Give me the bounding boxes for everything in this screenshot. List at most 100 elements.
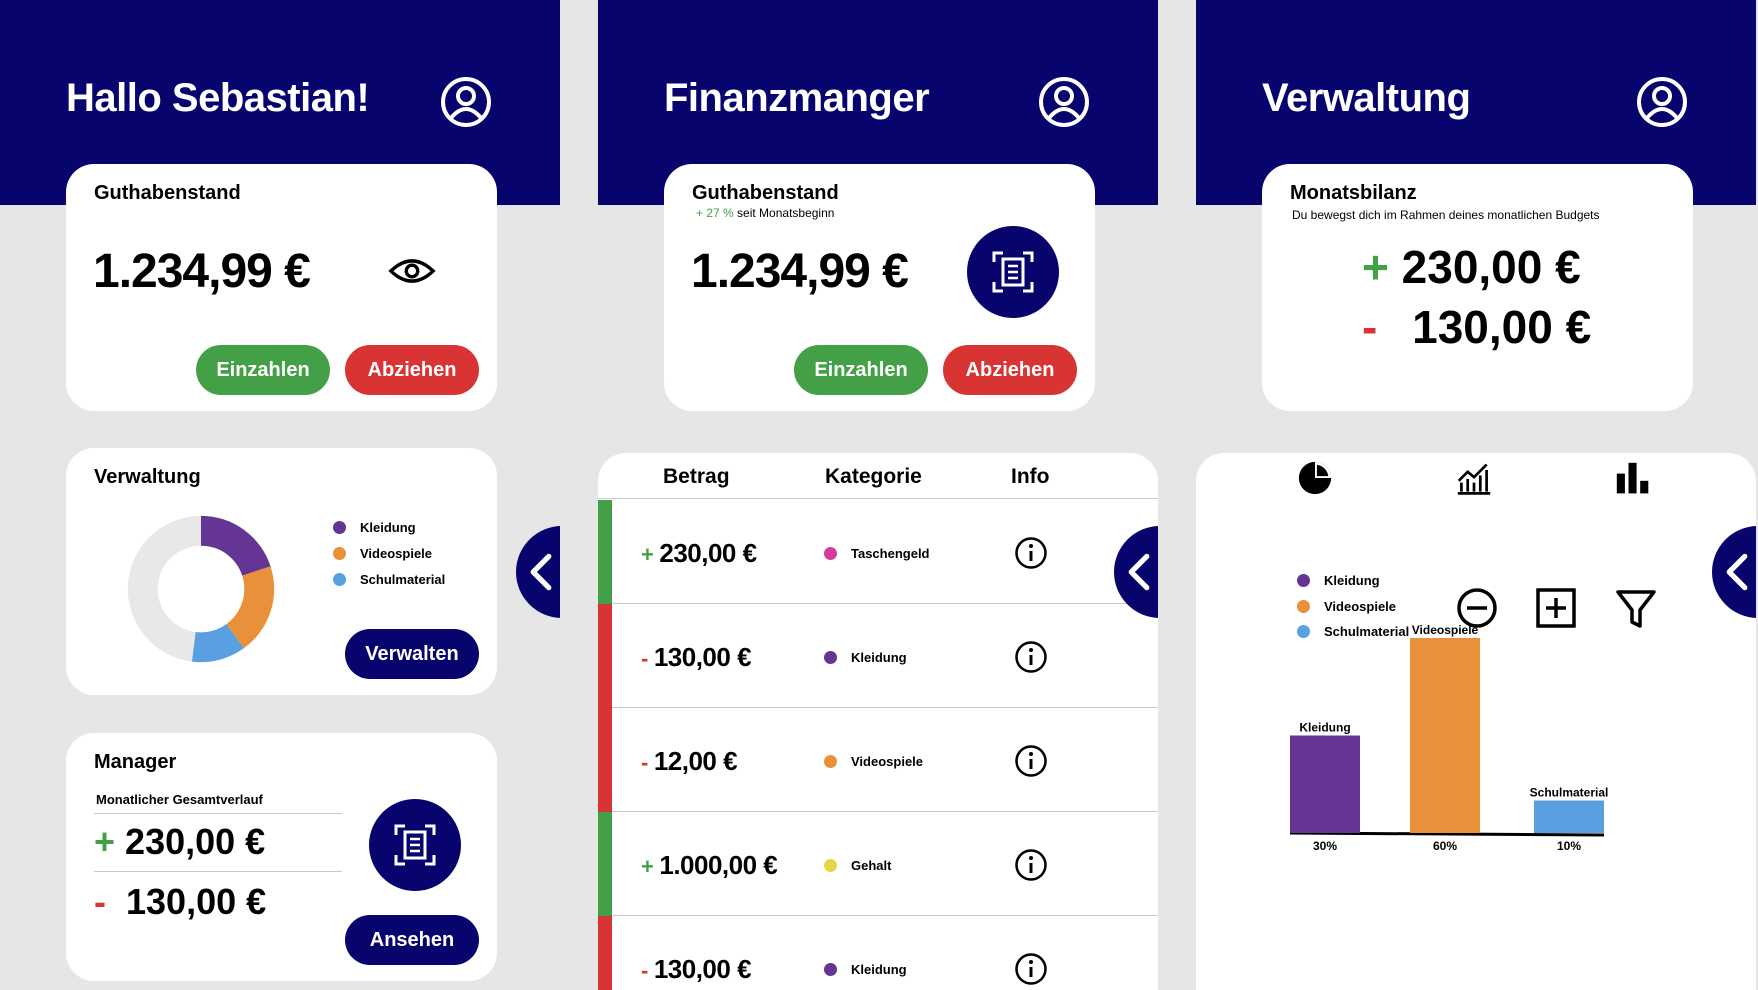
- legend-item: Schulmaterial: [333, 572, 445, 587]
- transactions-table: Betrag Kategorie Info +230,00 € Taschenge…: [598, 453, 1158, 990]
- row-category: Gehalt: [824, 858, 891, 873]
- income-amount: 230,00 €: [125, 821, 266, 862]
- info-icon[interactable]: [1014, 952, 1048, 986]
- category-dot: [824, 859, 837, 872]
- chevron-left-icon: [1128, 553, 1150, 591]
- info-icon[interactable]: [1014, 536, 1048, 570]
- category-label: Kleidung: [851, 962, 907, 977]
- bar[interactable]: [1534, 800, 1604, 834]
- category-label: Videospiele: [851, 754, 924, 769]
- legend-dot: [333, 547, 346, 560]
- manage-button[interactable]: Verwalten: [345, 629, 479, 679]
- column-header-info: Info: [1011, 465, 1050, 488]
- x-axis-line: [1289, 831, 1605, 837]
- bar[interactable]: [1290, 735, 1360, 834]
- profile-icon[interactable]: [440, 76, 492, 128]
- chevron-left-icon: [1726, 553, 1748, 591]
- balance-change: + 27 % seit Monatsbeginn: [696, 206, 834, 220]
- profile-icon[interactable]: [1636, 76, 1688, 128]
- category-dot: [824, 547, 837, 560]
- balance-card-title: Guthabenstand: [692, 182, 839, 204]
- finance-manager-screen: Finanzmanger Guthabenstand + 27 % seit M…: [598, 0, 1158, 990]
- income-line: + 230,00 €: [94, 821, 265, 863]
- bar[interactable]: [1410, 638, 1480, 833]
- legend-label: Kleidung: [360, 520, 416, 535]
- row-amount: -12,00 €: [641, 746, 738, 777]
- scan-button[interactable]: [369, 799, 461, 891]
- legend-label: Videospiele: [360, 546, 433, 561]
- scan-document-icon: [394, 824, 436, 866]
- withdraw-button[interactable]: Abziehen: [345, 345, 479, 395]
- statistics-panel: Kleidung Videospiele Schulmaterial Kleid…: [1196, 453, 1756, 990]
- minus-sign: -: [1362, 301, 1378, 353]
- dashboard-screen: Hallo Sebastian! Guthabenstand 1.234,99 …: [0, 0, 560, 990]
- admin-card: Verwaltung Kleidung Videospiele Schulmat…: [66, 448, 497, 695]
- table-row: +1.000,00 € Gehalt: [598, 812, 1158, 916]
- row-category: Kleidung: [824, 962, 907, 977]
- category-label: Kleidung: [851, 650, 907, 665]
- eye-icon[interactable]: [388, 256, 436, 286]
- view-button[interactable]: Ansehen: [345, 915, 479, 965]
- row-amount: -130,00 €: [641, 642, 752, 673]
- minus-sign: -: [94, 881, 106, 922]
- row-status-bar: [598, 500, 612, 604]
- amount-value: 130,00 €: [653, 954, 752, 984]
- bar-category-label: Schulmaterial: [1530, 786, 1609, 800]
- change-percent: + 27 %: [696, 206, 734, 220]
- monthly-balance-card: Monatsbilanz Du bewegst dich im Rahmen d…: [1262, 164, 1693, 411]
- column-header-amount: Betrag: [663, 465, 730, 488]
- withdraw-button[interactable]: Abziehen: [943, 345, 1077, 395]
- amount-value: 230,00 €: [659, 538, 757, 568]
- admin-card-title: Verwaltung: [94, 466, 201, 488]
- manager-subtitle: Monatlicher Gesamtverlauf: [96, 792, 263, 807]
- category-dot: [824, 651, 837, 664]
- row-amount: -130,00 €: [641, 954, 752, 985]
- row-category: Taschengeld: [824, 546, 930, 561]
- amount-sign: +: [641, 854, 654, 879]
- amount-sign: -: [641, 750, 648, 775]
- scan-button[interactable]: [967, 226, 1059, 318]
- info-icon[interactable]: [1014, 848, 1048, 882]
- next-screen-tab[interactable]: [516, 526, 560, 618]
- amount-value: 12,00 €: [653, 746, 738, 776]
- row-category: Kleidung: [824, 650, 907, 665]
- balance-card: Guthabenstand + 27 % seit Monatsbeginn 1…: [664, 164, 1095, 411]
- greeting-title: Hallo Sebastian!: [66, 76, 370, 120]
- column-header-category: Kategorie: [825, 465, 922, 488]
- donut-remainder: [127, 515, 201, 662]
- legend-dot: [333, 521, 346, 534]
- amount-sign: -: [641, 646, 648, 671]
- info-icon[interactable]: [1014, 744, 1048, 778]
- divider: [94, 871, 342, 872]
- chevron-left-icon: [530, 553, 552, 591]
- header-divider: [598, 498, 1158, 499]
- income-amount: 230,00 €: [1401, 241, 1581, 293]
- table-row: -12,00 € Videospiele: [598, 708, 1158, 812]
- balance-amount: 1.234,99 €: [93, 245, 311, 298]
- balance-card: Guthabenstand 1.234,99 € Einzahlen Abzie…: [66, 164, 497, 411]
- expense-amount: 130,00 €: [1412, 301, 1592, 353]
- bar-category-label: Videospiele: [1412, 623, 1479, 637]
- balance-card-title: Guthabenstand: [94, 182, 241, 204]
- expense-line: - 130,00 €: [1362, 300, 1591, 354]
- row-amount: +1.000,00 €: [641, 850, 778, 881]
- income-line: + 230,00 €: [1362, 240, 1581, 294]
- profile-icon[interactable]: [1038, 76, 1090, 128]
- deposit-button[interactable]: Einzahlen: [196, 345, 330, 395]
- amount-sign: +: [641, 542, 654, 567]
- screen-title: Verwaltung: [1262, 76, 1471, 120]
- category-label: Gehalt: [851, 858, 892, 873]
- plus-sign: +: [1362, 241, 1389, 293]
- legend-item: Videospiele: [333, 546, 432, 561]
- admin-screen: Verwaltung Monatsbilanz Du bewegst dich …: [1196, 0, 1756, 990]
- bar-percent-label: 60%: [1433, 839, 1457, 853]
- monthly-balance-title: Monatsbilanz: [1290, 182, 1417, 204]
- row-status-bar: [598, 812, 612, 916]
- row-status-bar: [598, 708, 612, 812]
- deposit-button[interactable]: Einzahlen: [794, 345, 928, 395]
- amount-sign: -: [641, 958, 648, 983]
- legend-dot: [333, 573, 346, 586]
- info-icon[interactable]: [1014, 640, 1048, 674]
- scan-document-icon: [992, 251, 1034, 293]
- divider: [94, 813, 342, 814]
